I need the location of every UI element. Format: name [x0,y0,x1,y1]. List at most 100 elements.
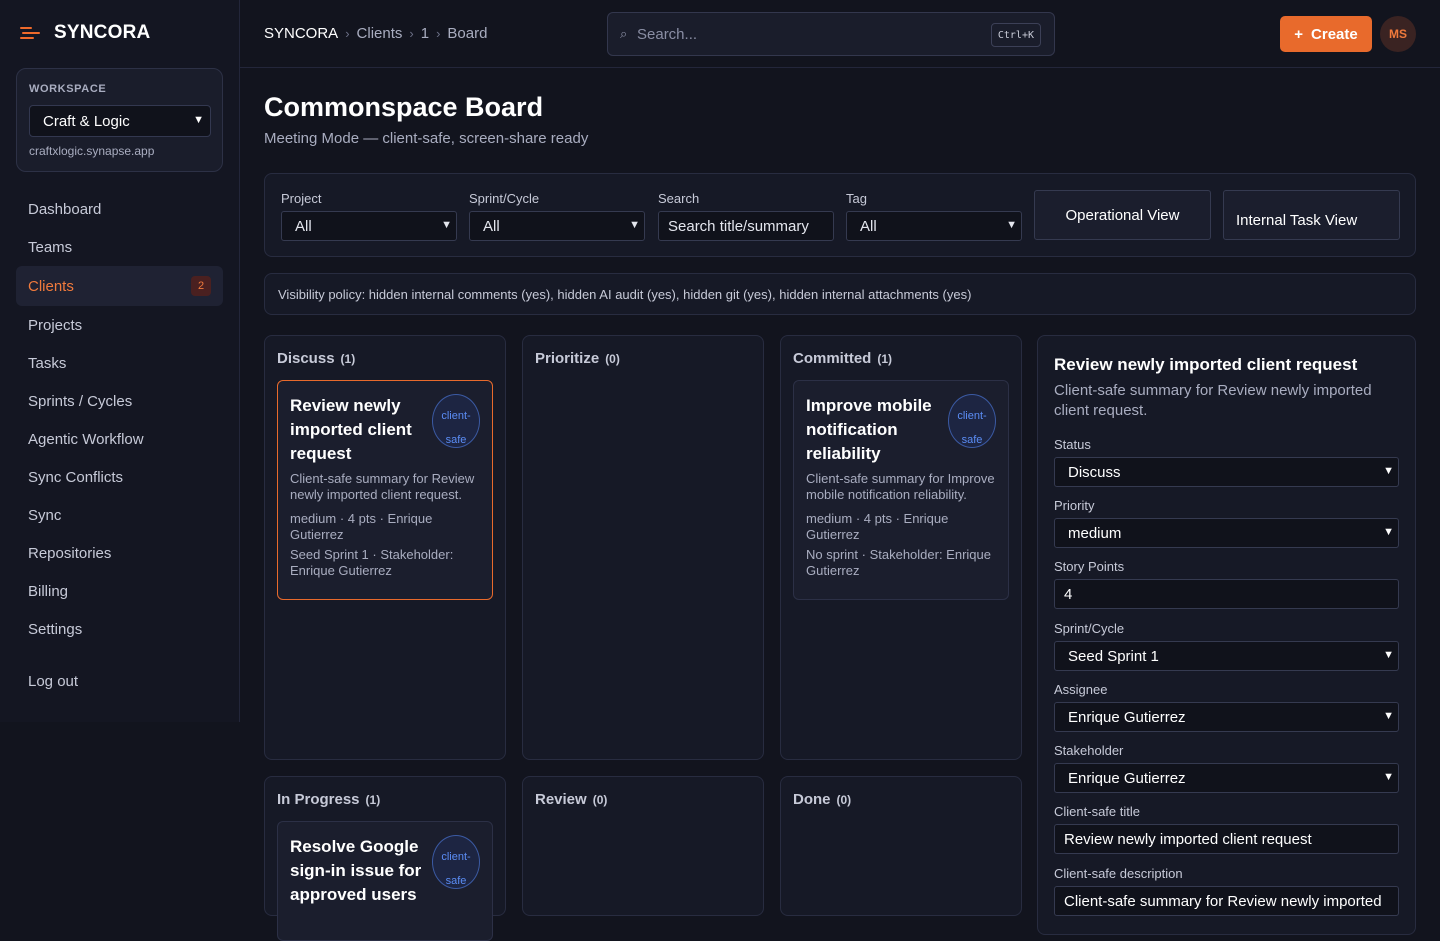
detail-assignee-label: Assignee [1054,682,1108,697]
sidebar-item-settings[interactable]: Settings [16,610,223,648]
plus-icon: + [1294,25,1304,43]
sidebar-item-label: Teams [28,238,73,256]
client-description-textarea[interactable]: Client-safe summary for Review newly imp… [1054,886,1399,916]
filter-search-placeholder: Search title/summary [668,217,809,235]
global-search-input[interactable]: ⌕ Search... Ctrl+K [607,12,1055,56]
client-safe-badge: client-safe [948,394,996,448]
column-count: (1) [365,793,381,807]
detail-stakeholder-label: Stakeholder [1054,743,1124,758]
sidebar-item-label: Sync [28,506,62,524]
filter-bar: Project All ▼ Sprint/Cycle All ▼ Search … [264,173,1416,257]
sidebar-item-sync[interactable]: Sync [16,496,223,534]
column-name: Committed [793,350,872,367]
breadcrumb: SYNCORA › Clients › 1 › Board [264,25,487,42]
filter-sprint-select[interactable]: All ▼ [469,211,645,241]
sidebar-item-label: Billing [28,582,69,600]
menu-logo-icon [20,23,40,43]
brand-name: SYNCORA [54,22,151,43]
column-count: (0) [605,352,620,366]
column-name: Discuss [277,350,335,367]
operational-view-button[interactable]: Operational View [1034,190,1211,240]
task-card[interactable]: Resolve Google sign-in issue for approve… [277,821,493,941]
search-placeholder: Search... [637,26,698,43]
card-sprint-stakeholder: Seed Sprint 1 · Stakeholder: Enrique Gut… [290,547,454,578]
filter-sprint-value: All [483,217,500,235]
filter-search-input[interactable]: Search title/summary [658,211,834,241]
avatar[interactable]: MS [1380,16,1416,52]
sidebar-item-label: Tasks [28,354,67,372]
detail-priority-label: Priority [1054,498,1095,513]
detail-status-label: Status [1054,437,1091,452]
filter-project-label: Project [281,191,322,206]
sidebar: SYNCORA WORKSPACE Craft & Logic ▼ craftx… [0,0,240,722]
stakeholder-select[interactable]: Enrique Gutierrez ▼ [1054,763,1399,793]
sidebar-item-teams[interactable]: Teams [16,228,223,266]
card-summary: Client-safe summary for Review newly imp… [290,471,475,502]
page-title: Commonspace Board [264,92,544,122]
column-title: In Progress (1) [277,791,380,808]
chevron-down-icon: ▼ [1006,219,1017,231]
workspace-label: WORKSPACE [29,83,107,95]
card-meta: medium · 4 pts · Enrique Gutierrez [806,511,949,542]
sidebar-item-projects[interactable]: Projects [16,306,223,344]
detail-client-description: Client-safe description Client-safe summ… [1054,866,1399,916]
detail-client-desc-label: Client-safe description [1054,866,1183,881]
status-select[interactable]: Discuss ▼ [1054,457,1399,487]
column-title: Done (0) [793,791,851,808]
sidebar-item-label: Sprints / Cycles [28,392,133,410]
sidebar-item-clients[interactable]: Clients 2 [16,266,223,306]
workspace-select[interactable]: Craft & Logic ▼ [29,105,211,137]
filter-sprint-label: Sprint/Cycle [469,191,540,206]
breadcrumb-client-id[interactable]: 1 [421,25,429,42]
chevron-down-icon: ▼ [1383,465,1394,477]
filter-tag-label: Tag [846,191,867,206]
priority-value: medium [1068,524,1122,542]
chevron-down-icon: ▼ [441,219,452,231]
detail-points-label: Story Points [1054,559,1125,574]
detail-stakeholder: Stakeholder Enrique Gutierrez ▼ [1054,743,1399,793]
sidebar-item-agentic-workflow[interactable]: Agentic Workflow [16,420,223,458]
column-count: (1) [877,352,893,366]
filter-project-select[interactable]: All ▼ [281,211,457,241]
client-safe-badge: client-safe [432,394,480,448]
breadcrumb-separator: › [436,26,441,41]
sidebar-item-sync-conflicts[interactable]: Sync Conflicts [16,458,223,496]
assignee-select[interactable]: Enrique Gutierrez ▼ [1054,702,1399,732]
logout-link[interactable]: Log out [16,662,223,700]
story-points-input[interactable]: 4 [1054,579,1399,609]
breadcrumb-root[interactable]: SYNCORA [264,25,338,42]
brand[interactable]: SYNCORA [20,22,150,44]
sprint-select[interactable]: Seed Sprint 1 ▼ [1054,641,1399,671]
column-review: Review (0) [522,776,764,916]
task-card[interactable]: Review newly imported client request cli… [277,380,493,600]
sidebar-item-label: Dashboard [28,200,102,218]
detail-story-points: Story Points 4 [1054,559,1399,609]
chevron-down-icon: ▼ [1383,526,1394,538]
column-in-progress: In Progress (1) Resolve Google sign-in is… [264,776,506,941]
filter-search: Search Search title/summary [658,191,834,241]
page-subtitle: Meeting Mode — client-safe, screen-share… [264,130,589,147]
task-card[interactable]: Improve mobile notification reliability … [793,380,1009,600]
card-title: Review newly imported client request [290,396,412,463]
sidebar-item-label: Repositories [28,544,112,562]
logout-label: Log out [28,672,79,690]
client-title-input[interactable]: Review newly imported client request [1054,824,1399,854]
sidebar-item-dashboard[interactable]: Dashboard [16,190,223,228]
create-label: Create [1311,25,1358,43]
column-name: Prioritize [535,350,600,367]
create-button[interactable]: + Create [1280,16,1372,52]
sidebar-item-billing[interactable]: Billing [16,572,223,610]
story-points-value: 4 [1064,585,1073,603]
sidebar-item-sprints[interactable]: Sprints / Cycles [16,382,223,420]
internal-task-view-button[interactable]: Internal Task View [1223,190,1400,240]
filter-tag: Tag All ▼ [846,191,1022,241]
detail-client-title-label: Client-safe title [1054,804,1140,819]
filter-tag-select[interactable]: All ▼ [846,211,1022,241]
topbar: SYNCORA › Clients › 1 › Board ⌕ Search..… [240,0,1440,68]
sidebar-item-repositories[interactable]: Repositories [16,534,223,572]
sidebar-item-tasks[interactable]: Tasks [16,344,223,382]
breadcrumb-clients[interactable]: Clients [357,25,403,42]
search-icon: ⌕ [620,26,628,41]
column-title: Discuss (1) [277,350,355,367]
priority-select[interactable]: medium ▼ [1054,518,1399,548]
